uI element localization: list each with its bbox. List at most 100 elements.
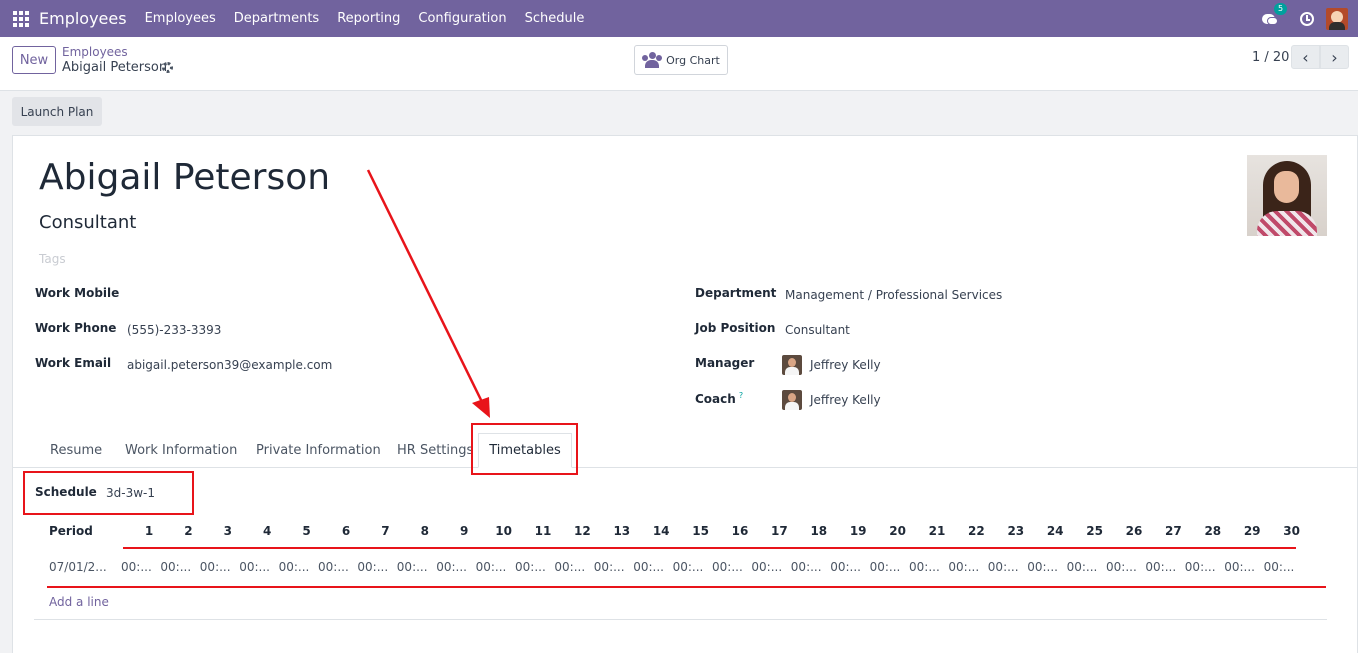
day-time-cell[interactable]: 00:...	[554, 560, 585, 574]
day-time-cell[interactable]: 00:...	[279, 560, 310, 574]
gear-icon[interactable]	[162, 62, 173, 73]
day-time-cell[interactable]: 00:...	[160, 560, 191, 574]
day-time-cell[interactable]: 00:...	[948, 560, 979, 574]
day-column-header[interactable]: 13	[613, 524, 630, 538]
day-column-header[interactable]: 7	[381, 524, 389, 538]
add-line-link[interactable]: Add a line	[49, 595, 109, 609]
coach-help-icon[interactable]: ?	[739, 391, 743, 400]
employee-job-title[interactable]: Consultant	[39, 212, 136, 233]
day-column-header[interactable]: 8	[421, 524, 429, 538]
tab-hr-settings[interactable]: HR Settings	[397, 443, 473, 458]
day-time-cell[interactable]: 00:...	[318, 560, 349, 574]
day-column-header[interactable]: 10	[495, 524, 512, 538]
day-column-header[interactable]: 11	[535, 524, 552, 538]
pager-next-button[interactable]: ›	[1320, 45, 1349, 69]
employee-photo[interactable]	[1247, 155, 1327, 236]
grid-bottom-divider	[34, 619, 1327, 620]
user-avatar[interactable]	[1326, 7, 1348, 30]
department-field[interactable]: Management / Professional Services	[785, 288, 1002, 302]
day-column-header[interactable]: 12	[574, 524, 591, 538]
menu-reporting[interactable]: Reporting	[337, 11, 400, 26]
day-time-cell[interactable]: 00:...	[870, 560, 901, 574]
day-column-header[interactable]: 9	[460, 524, 468, 538]
day-column-header[interactable]: 5	[302, 524, 310, 538]
day-time-cell[interactable]: 00:...	[712, 560, 743, 574]
day-time-cell[interactable]: 00:...	[751, 560, 782, 574]
day-column-header[interactable]: 15	[692, 524, 709, 538]
day-time-cell[interactable]: 00:...	[121, 560, 152, 574]
org-chart-button[interactable]: Org Chart	[634, 45, 728, 75]
day-column-header[interactable]: 30	[1283, 524, 1300, 538]
day-column-header[interactable]: 25	[1086, 524, 1103, 538]
day-time-cell[interactable]: 00:...	[988, 560, 1019, 574]
day-time-cell[interactable]: 00:...	[1027, 560, 1058, 574]
tab-resume[interactable]: Resume	[50, 443, 102, 458]
day-column-header[interactable]: 19	[850, 524, 867, 538]
employee-name[interactable]: Abigail Peterson	[39, 157, 330, 198]
messages-icon[interactable]: 5	[1262, 2, 1288, 26]
day-column-header[interactable]: 14	[653, 524, 670, 538]
day-time-cell[interactable]: 00:...	[239, 560, 270, 574]
job-position-label: Job Position	[695, 321, 776, 335]
day-column-header[interactable]: 20	[889, 524, 906, 538]
launch-plan-button[interactable]: Launch Plan	[12, 97, 102, 126]
app-brand[interactable]: Employees	[39, 9, 127, 28]
day-column-header[interactable]: 4	[263, 524, 271, 538]
day-column-header[interactable]: 6	[342, 524, 350, 538]
period-cell[interactable]: 07/01/2...	[49, 560, 107, 574]
day-column-header[interactable]: 17	[771, 524, 788, 538]
day-time-cell[interactable]: 00:...	[633, 560, 664, 574]
day-column-header[interactable]: 18	[810, 524, 827, 538]
day-time-cell[interactable]: 00:...	[1145, 560, 1176, 574]
day-column-header[interactable]: 16	[732, 524, 749, 538]
menu-departments[interactable]: Departments	[234, 11, 319, 26]
day-column-header[interactable]: 3	[224, 524, 232, 538]
day-time-cell[interactable]: 00:...	[673, 560, 704, 574]
day-time-cell[interactable]: 00:...	[1264, 560, 1295, 574]
manager-field[interactable]: Jeffrey Kelly	[810, 358, 881, 372]
day-time-cell[interactable]: 00:...	[200, 560, 231, 574]
pager-previous-button[interactable]: ‹	[1291, 45, 1320, 69]
work-phone-field[interactable]: (555)-233-3393	[127, 323, 221, 337]
menu-employees[interactable]: Employees	[145, 11, 216, 26]
work-email-field[interactable]: abigail.peterson39@example.com	[127, 358, 332, 372]
day-time-cell[interactable]: 00:...	[594, 560, 625, 574]
day-column-header[interactable]: 24	[1047, 524, 1064, 538]
day-column-header[interactable]: 1	[145, 524, 153, 538]
day-time-cell[interactable]: 00:...	[830, 560, 861, 574]
day-time-cell[interactable]: 00:...	[1224, 560, 1255, 574]
work-mobile-label: Work Mobile	[35, 286, 120, 300]
day-time-cell[interactable]: 00:...	[1185, 560, 1216, 574]
day-column-header[interactable]: 29	[1244, 524, 1261, 538]
coach-field[interactable]: Jeffrey Kelly	[810, 393, 881, 407]
apps-menu-icon[interactable]	[13, 10, 29, 27]
period-column-header[interactable]: Period	[49, 524, 93, 538]
day-column-header[interactable]: 23	[1007, 524, 1024, 538]
menu-configuration[interactable]: Configuration	[418, 11, 506, 26]
timetable-row[interactable]: 07/01/2... 00:... 00:... 00:... 00:... 00:..…	[0, 560, 1358, 580]
day-column-header[interactable]: 28	[1204, 524, 1221, 538]
day-time-cell[interactable]: 00:...	[357, 560, 388, 574]
day-time-cell[interactable]: 00:...	[476, 560, 507, 574]
tab-work-information[interactable]: Work Information	[125, 443, 237, 458]
day-column-header[interactable]: 21	[929, 524, 946, 538]
tab-private-information[interactable]: Private Information	[256, 443, 381, 458]
day-time-cell[interactable]: 00:...	[1106, 560, 1137, 574]
day-time-cell[interactable]: 00:...	[791, 560, 822, 574]
day-column-header[interactable]: 22	[968, 524, 985, 538]
activity-clock-icon[interactable]	[1300, 11, 1314, 26]
day-column-header[interactable]: 26	[1126, 524, 1143, 538]
day-column-header[interactable]: 27	[1165, 524, 1182, 538]
day-time-cell[interactable]: 00:...	[397, 560, 428, 574]
tags-input[interactable]: Tags	[39, 252, 66, 266]
pager-value[interactable]: 1 / 20	[1252, 50, 1289, 65]
day-time-cell[interactable]: 00:...	[1067, 560, 1098, 574]
breadcrumb-parent[interactable]: Employees	[62, 45, 128, 59]
day-time-cell[interactable]: 00:...	[515, 560, 546, 574]
day-time-cell[interactable]: 00:...	[436, 560, 467, 574]
new-button[interactable]: New	[12, 46, 56, 74]
day-time-cell[interactable]: 00:...	[909, 560, 940, 574]
job-position-field[interactable]: Consultant	[785, 323, 850, 337]
day-column-header[interactable]: 2	[184, 524, 192, 538]
menu-schedule[interactable]: Schedule	[525, 11, 585, 26]
